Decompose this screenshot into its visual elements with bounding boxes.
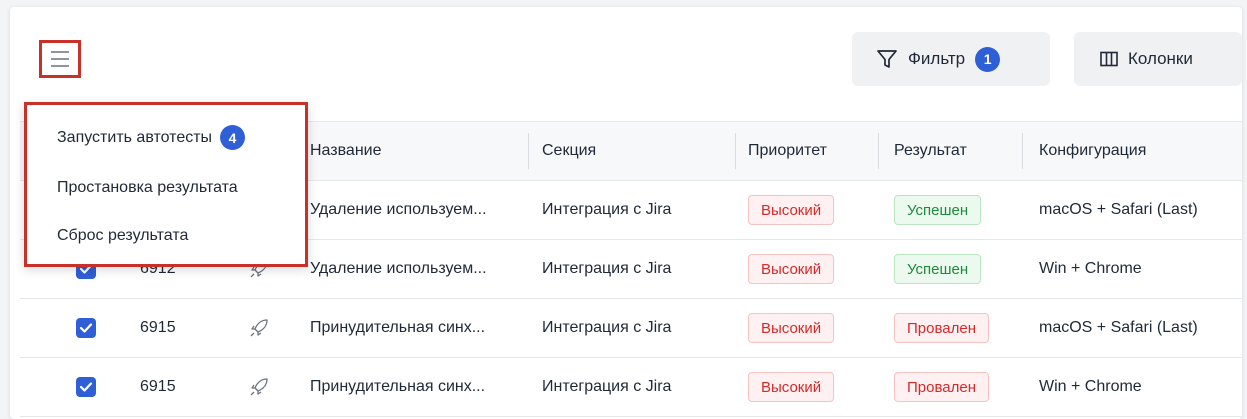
header-result[interactable]: Результат: [894, 122, 967, 180]
row-section: Интеграция с Jira: [542, 378, 672, 395]
menu-item-set-result[interactable]: Простановка результата: [57, 179, 238, 197]
row-id: 6915: [140, 319, 176, 336]
result-badge: Провален: [894, 372, 989, 402]
header-priority[interactable]: Приоритет: [748, 122, 827, 180]
row-configuration: macOS + Safari (Last): [1039, 319, 1198, 336]
actions-dropdown-menu: Запустить автотесты 4 Простановка резуль…: [24, 102, 308, 267]
checkmark-icon: [79, 323, 93, 333]
header-section[interactable]: Секция: [542, 122, 596, 180]
hamburger-icon: [51, 51, 69, 67]
row-name[interactable]: Принудительная синх...: [310, 358, 485, 416]
row-configuration: Win + Chrome: [1039, 378, 1142, 395]
test-runs-panel: Фильтр 1 Колонки Название Секция Приорит…: [10, 7, 1242, 419]
priority-badge: Высокий: [748, 195, 835, 225]
table-row[interactable]: 6915 Принудительная синх... Интеграция с…: [20, 299, 1242, 358]
menu-button[interactable]: [39, 40, 81, 78]
row-checkbox[interactable]: [76, 318, 96, 338]
autotests-count-badge: 4: [220, 125, 246, 150]
columns-button-label: Колонки: [1128, 49, 1193, 68]
filter-icon: [877, 50, 897, 68]
priority-badge: Высокий: [748, 313, 835, 343]
filter-button-label: Фильтр: [908, 49, 966, 68]
row-section: Интеграция с Jira: [542, 201, 672, 218]
row-configuration: macOS + Safari (Last): [1039, 201, 1198, 218]
filter-count-badge: 1: [975, 46, 1001, 72]
filter-button[interactable]: Фильтр 1: [852, 32, 1050, 86]
columns-button[interactable]: Колонки: [1074, 32, 1242, 86]
row-id: 6915: [140, 378, 176, 395]
checkmark-icon: [79, 382, 93, 392]
priority-badge: Высокий: [748, 372, 835, 402]
header-name[interactable]: Название: [310, 122, 382, 180]
row-section: Интеграция с Jira: [542, 260, 672, 277]
menu-item-reset-result[interactable]: Сброс результата: [57, 227, 188, 245]
table-row[interactable]: 6915 Принудительная синх... Интеграция с…: [20, 358, 1242, 417]
row-name[interactable]: Удаление используем...: [310, 240, 487, 298]
result-badge: Провален: [894, 313, 989, 343]
header-divider: [878, 133, 879, 169]
result-badge: Успешен: [894, 195, 982, 225]
autotest-icon[interactable]: [248, 299, 270, 357]
menu-item-run-autotests[interactable]: Запустить автотесты 4: [57, 125, 246, 150]
menu-item-label: Запустить автотесты: [57, 128, 213, 146]
header-divider: [528, 133, 529, 169]
row-name[interactable]: Принудительная синх...: [310, 299, 485, 357]
row-checkbox[interactable]: [76, 377, 96, 397]
row-name[interactable]: Удаление используем...: [310, 181, 487, 239]
header-configuration[interactable]: Конфигурация: [1039, 122, 1146, 180]
autotest-icon[interactable]: [248, 358, 270, 416]
row-configuration: Win + Chrome: [1039, 260, 1142, 277]
columns-icon: [1100, 51, 1118, 67]
result-badge: Успешен: [894, 254, 982, 284]
priority-badge: Высокий: [748, 254, 835, 284]
header-divider: [735, 133, 736, 169]
row-section: Интеграция с Jira: [542, 319, 672, 336]
header-divider: [1022, 133, 1023, 169]
